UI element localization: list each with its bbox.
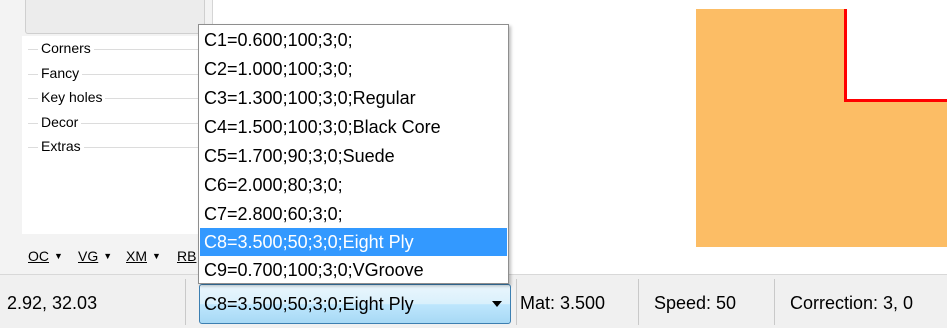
category-label: Fancy (38, 65, 83, 82)
drawing-canvas[interactable] (513, 0, 947, 274)
category-item-decor[interactable]: Decor (22, 112, 212, 134)
chevron-down-icon: ▼ (54, 251, 63, 261)
category-label: Extras (38, 138, 84, 155)
cut-settings-combobox[interactable]: C8=3.500;50;3;0;Eight Ply (199, 284, 511, 324)
sidebar-toolbar: OC ▼ VG ▼ XM ▼ RB (22, 241, 212, 271)
chevron-down-icon: ▼ (103, 251, 113, 261)
category-item-extras[interactable]: Extras (22, 136, 212, 158)
correction-status: Correction: 3, 0 (790, 293, 914, 313)
dropdown-option[interactable]: C1=0.600;100;3;0; (200, 26, 507, 54)
dropdown-option-selected[interactable]: C8=3.500;50;3;0;Eight Ply (200, 228, 507, 256)
mat-status: Mat: 3.500 (520, 293, 606, 313)
rb-dropdown-button[interactable]: RB (177, 247, 196, 265)
dropdown-option[interactable]: C5=1.700;90;3;0;Suede (200, 142, 507, 170)
rb-label: RB (177, 248, 197, 264)
dropdown-option[interactable]: C9=0.700;100;3;0;VGroove (200, 256, 507, 284)
status-divider (638, 279, 639, 325)
category-item-corners[interactable]: Corners (22, 38, 212, 60)
status-divider (774, 279, 775, 325)
speed-status: Speed: 50 (654, 293, 737, 313)
chevron-down-icon: ▼ (152, 251, 161, 261)
category-item-fancy[interactable]: Fancy (22, 63, 212, 85)
category-list: Corners Fancy Key holes Decor Extras (22, 36, 212, 234)
cursor-coordinates: 2.92, 32.03 (7, 293, 98, 313)
xm-dropdown-button[interactable]: XM ▼ (126, 247, 161, 265)
sidebar-panel: Corners Fancy Key holes Decor Extras OC ▼… (0, 0, 213, 274)
top-panel (25, 0, 205, 34)
dropdown-option[interactable]: C2=1.000;100;3;0; (200, 55, 507, 83)
combobox-value: C8=3.500;50;3;0;Eight Ply (204, 294, 414, 314)
corner-cutout-outline (844, 9, 947, 102)
category-label: Decor (38, 114, 82, 131)
oc-label: OC (28, 248, 49, 264)
category-label: Key holes (38, 89, 106, 106)
dropdown-option[interactable]: C4=1.500;100;3;0;Black Core (200, 113, 507, 141)
cut-settings-dropdown-list: C1=0.600;100;3;0; C2=1.000;100;3;0; C3=1… (198, 24, 509, 284)
xm-label: XM (126, 248, 147, 264)
dropdown-option[interactable]: C3=1.300;100;3;0;Regular (200, 84, 507, 112)
status-divider (185, 279, 186, 325)
category-label: Corners (38, 40, 94, 57)
oc-dropdown-button[interactable]: OC ▼ (28, 247, 63, 265)
status-divider (516, 279, 517, 325)
vg-dropdown-button[interactable]: VG ▼ (78, 247, 112, 265)
dropdown-option[interactable]: C7=2.800;60;3;0; (200, 200, 507, 228)
dropdown-option[interactable]: C6=2.000;80;3;0; (200, 171, 507, 199)
chevron-down-icon[interactable] (492, 301, 502, 307)
category-item-key-holes[interactable]: Key holes (22, 87, 212, 109)
vg-label: VG (78, 248, 99, 264)
